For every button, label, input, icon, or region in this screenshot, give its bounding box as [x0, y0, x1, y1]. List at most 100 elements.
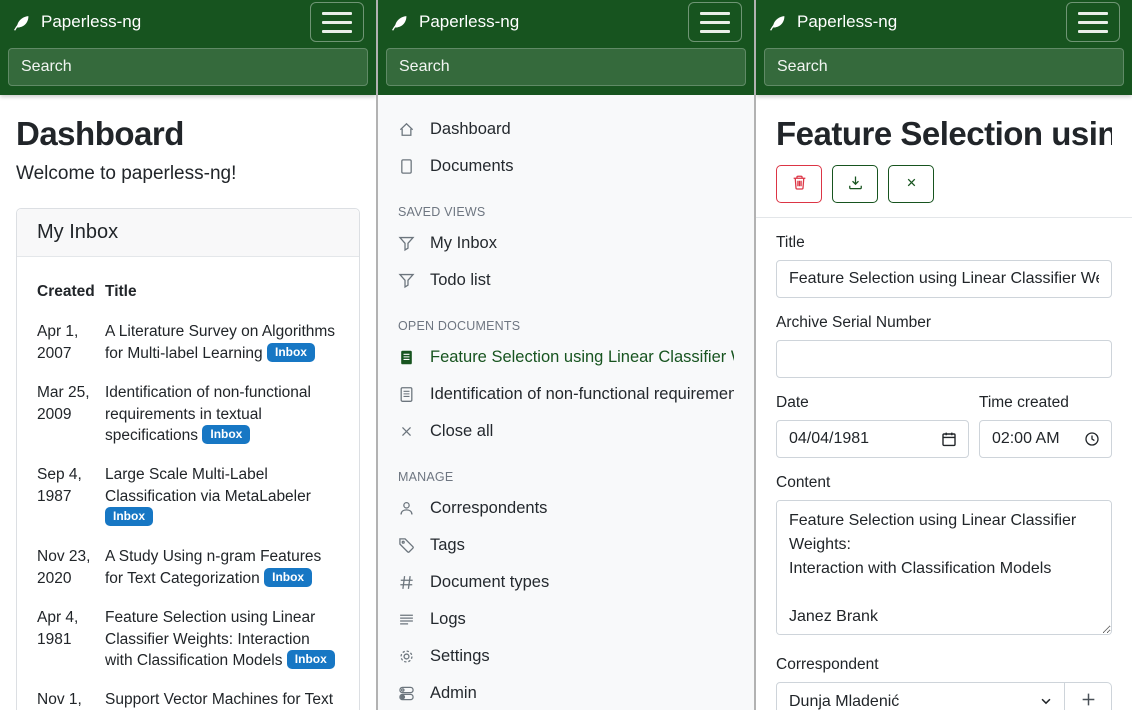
table-row[interactable]: Apr 4, 1981 Feature Selection using Line…	[37, 598, 339, 680]
navigation-menu: Dashboard Documents SAVED VIEWS My Inbox…	[378, 95, 754, 710]
cell-title: A Study Using n-gram Features for Text C…	[105, 537, 339, 598]
menu-toggler-button[interactable]	[688, 2, 742, 42]
time-field-label: Time created	[979, 394, 1112, 412]
menu-toggler-button[interactable]	[1066, 2, 1120, 42]
navbar: Paperless-ng	[756, 0, 1132, 44]
text-lines-icon	[398, 611, 415, 628]
tag-badge: Inbox	[287, 650, 335, 669]
leaf-logo-icon	[12, 13, 31, 32]
table-row[interactable]: Apr 1, 2007 A Literature Survey on Algor…	[37, 312, 339, 373]
search-bar	[756, 44, 1132, 95]
menu-item-correspondents[interactable]: Correspondents	[378, 490, 754, 527]
menu-item-label: Todo list	[430, 271, 491, 290]
table-row[interactable]: Mar 25, 2009 Identification of non-funct…	[37, 373, 339, 455]
document-toolbar	[776, 165, 1112, 203]
menu-item-settings[interactable]: Settings	[378, 638, 754, 675]
brand-label: Paperless-ng	[797, 12, 897, 32]
leaf-logo-icon	[390, 13, 409, 32]
table-row[interactable]: Nov 23, 2020 A Study Using n-gram Featur…	[37, 537, 339, 598]
column-header-title: Title	[105, 277, 339, 312]
document-title: Feature Selection using Linear Classifie…	[105, 609, 315, 669]
menu-item-label: Logs	[430, 610, 466, 629]
tag-badge: Inbox	[202, 425, 250, 444]
house-icon	[398, 121, 415, 138]
cell-title: Large Scale Multi-Label Classification v…	[105, 455, 339, 537]
menu-screen: Paperless-ng Dashboard Documents SAVED V…	[376, 0, 754, 710]
menu-item-label: Settings	[430, 647, 490, 666]
asn-field[interactable]	[776, 340, 1112, 378]
search-input[interactable]	[386, 48, 746, 86]
add-correspondent-button[interactable]	[1064, 682, 1112, 710]
close-icon	[904, 175, 919, 193]
correspondent-select[interactable]: Dunja Mladenić	[776, 682, 1065, 710]
funnel-icon	[398, 235, 415, 252]
table-header-row: Created Title	[37, 277, 339, 312]
menu-item-close-all[interactable]: Close all	[378, 413, 754, 450]
download-button[interactable]	[832, 165, 878, 203]
content-field[interactable]: Feature Selection using Linear Classifie…	[776, 500, 1112, 635]
clock-icon[interactable]	[1084, 431, 1100, 447]
app-header: Paperless-ng	[756, 0, 1132, 95]
toggles-icon	[398, 685, 415, 702]
menu-item-document-types[interactable]: Document types	[378, 564, 754, 601]
brand-label: Paperless-ng	[419, 12, 519, 32]
menu-item-my-inbox[interactable]: My Inbox	[378, 225, 754, 262]
menu-item-open-document-1[interactable]: Feature Selection using Linear Classifie…	[378, 339, 754, 376]
x-icon	[398, 423, 415, 440]
cell-created: Apr 1, 2007	[37, 312, 105, 373]
search-bar	[0, 44, 376, 95]
document-title: Large Scale Multi-Label Classification v…	[105, 466, 311, 504]
table-row[interactable]: Nov 1, 2016 Support Vector Machines for …	[37, 680, 339, 710]
navbar: Paperless-ng	[0, 0, 376, 44]
document-detail-screen: Paperless-ng Feature Selection usin...	[754, 0, 1132, 710]
brand[interactable]: Paperless-ng	[390, 12, 519, 32]
menu-item-label: Tags	[430, 536, 465, 555]
section-header-open-documents: OPEN DOCUMENTS	[378, 299, 754, 339]
menu-item-label: Documents	[430, 157, 513, 176]
menu-item-label: Dashboard	[430, 120, 511, 139]
brand-label: Paperless-ng	[41, 12, 141, 32]
menu-item-tags[interactable]: Tags	[378, 527, 754, 564]
section-header-saved-views: SAVED VIEWS	[378, 185, 754, 225]
table-row[interactable]: Sep 4, 1987 Large Scale Multi-Label Clas…	[37, 455, 339, 537]
dashboard-screen: Paperless-ng Dashboard Welcome to paperl…	[0, 0, 376, 710]
cell-created: Apr 4, 1981	[37, 598, 105, 680]
app-header: Paperless-ng	[378, 0, 754, 95]
title-field[interactable]	[776, 260, 1112, 298]
welcome-text: Welcome to paperless-ng!	[16, 163, 360, 185]
cell-created: Nov 23, 2020	[37, 537, 105, 598]
gear-icon	[398, 648, 415, 665]
navbar: Paperless-ng	[378, 0, 754, 44]
menu-item-documents[interactable]: Documents	[378, 148, 754, 185]
person-icon	[398, 500, 415, 517]
calendar-icon[interactable]	[941, 431, 957, 447]
delete-button[interactable]	[776, 165, 822, 203]
menu-item-label: Identification of non-functional require…	[430, 385, 734, 404]
title-field-label: Title	[776, 234, 1112, 252]
menu-item-logs[interactable]: Logs	[378, 601, 754, 638]
search-input[interactable]	[764, 48, 1124, 86]
close-document-button[interactable]	[888, 165, 934, 203]
toolbar-divider	[756, 217, 1132, 218]
brand[interactable]: Paperless-ng	[12, 12, 141, 32]
menu-item-todo-list[interactable]: Todo list	[378, 262, 754, 299]
brand[interactable]: Paperless-ng	[768, 12, 897, 32]
menu-toggler-button[interactable]	[310, 2, 364, 42]
menu-item-admin[interactable]: Admin	[378, 675, 754, 710]
inbox-card: My Inbox Created Title Apr 1, 2007 A Lit…	[16, 208, 360, 710]
document-title: Support Vector Machines for Text Categor…	[105, 691, 333, 710]
content-field-label: Content	[776, 474, 1112, 492]
menu-item-open-document-2[interactable]: Identification of non-functional require…	[378, 376, 754, 413]
menu-item-label: Close all	[430, 422, 493, 441]
plus-icon	[1080, 691, 1097, 710]
search-input[interactable]	[8, 48, 368, 86]
page-title: Dashboard	[16, 115, 360, 153]
menu-item-dashboard[interactable]: Dashboard	[378, 111, 754, 148]
document-title-heading: Feature Selection usin...	[776, 115, 1112, 153]
dashboard-content: Dashboard Welcome to paperless-ng! My In…	[0, 115, 376, 710]
cell-created: Nov 1, 2016	[37, 680, 105, 710]
inbox-table: Created Title Apr 1, 2007 A Literature S…	[37, 277, 339, 710]
tag-badge: Inbox	[105, 507, 153, 526]
tag-badge: Inbox	[264, 568, 312, 587]
cell-title: Support Vector Machines for Text Categor…	[105, 680, 339, 710]
